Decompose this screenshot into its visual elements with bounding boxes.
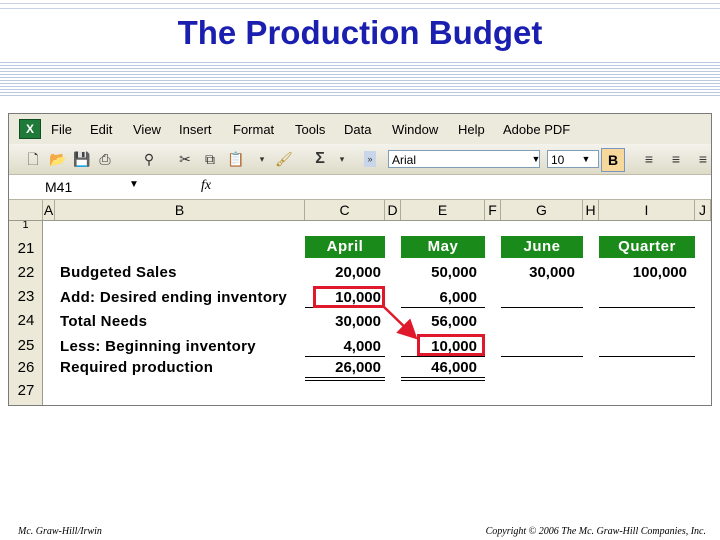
excel-screenshot: X File Edit View Insert Format Tools Dat… xyxy=(8,113,712,406)
footer-copyright: Copyright © 2006 The Mc. Graw-Hill Compa… xyxy=(485,526,706,537)
arrow-ending-to-beginning xyxy=(382,305,418,340)
footer-publisher: Mc. Graw-Hill/Irwin xyxy=(18,526,102,537)
decorative-band xyxy=(0,62,720,98)
slide-title: The Production Budget xyxy=(177,14,543,51)
